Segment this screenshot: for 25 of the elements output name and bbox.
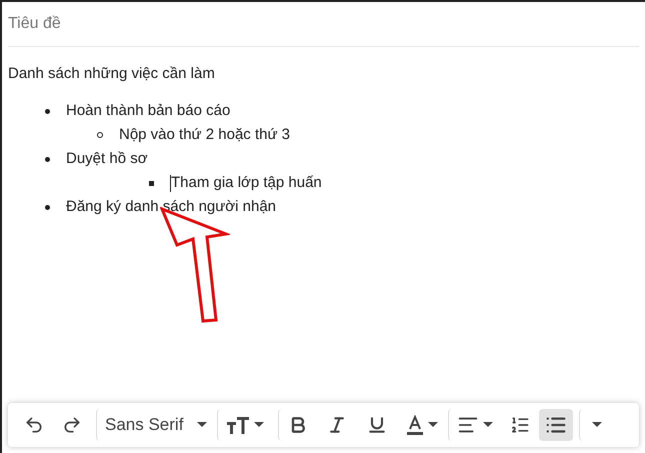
undo-icon — [24, 415, 44, 435]
caret-icon — [592, 422, 602, 428]
bullet-icon — [45, 108, 50, 114]
list-item: Nộp vào thứ 2 hoặc thứ 3 — [119, 124, 290, 145]
text-size-icon — [226, 416, 250, 434]
list-item: Tham gia lớp tập huấn — [171, 172, 322, 193]
caret-icon — [254, 422, 264, 428]
bulleted-list-button[interactable] — [539, 409, 574, 441]
bullet-icon — [45, 156, 50, 162]
font-dropdown[interactable]: Sans Serif — [96, 409, 216, 441]
text-color-icon — [406, 415, 424, 435]
caret-icon — [197, 422, 208, 428]
caret-icon — [428, 422, 438, 428]
bullet-icon — [149, 180, 154, 186]
bullet-icon — [45, 204, 50, 210]
bullet-icon — [97, 132, 103, 138]
underline-icon — [367, 415, 388, 435]
numbered-list-icon — [510, 415, 530, 435]
caret-icon — [483, 422, 494, 428]
body-heading: Danh sách những việc cần làm — [8, 64, 216, 84]
subject-field[interactable]: Tiêu đề — [8, 2, 639, 47]
text-cursor — [170, 174, 171, 192]
redo-icon — [62, 415, 82, 435]
list-item: Duyệt hồ sơ — [66, 148, 148, 169]
list-item: Hoàn thành bản báo cáo — [66, 100, 230, 121]
